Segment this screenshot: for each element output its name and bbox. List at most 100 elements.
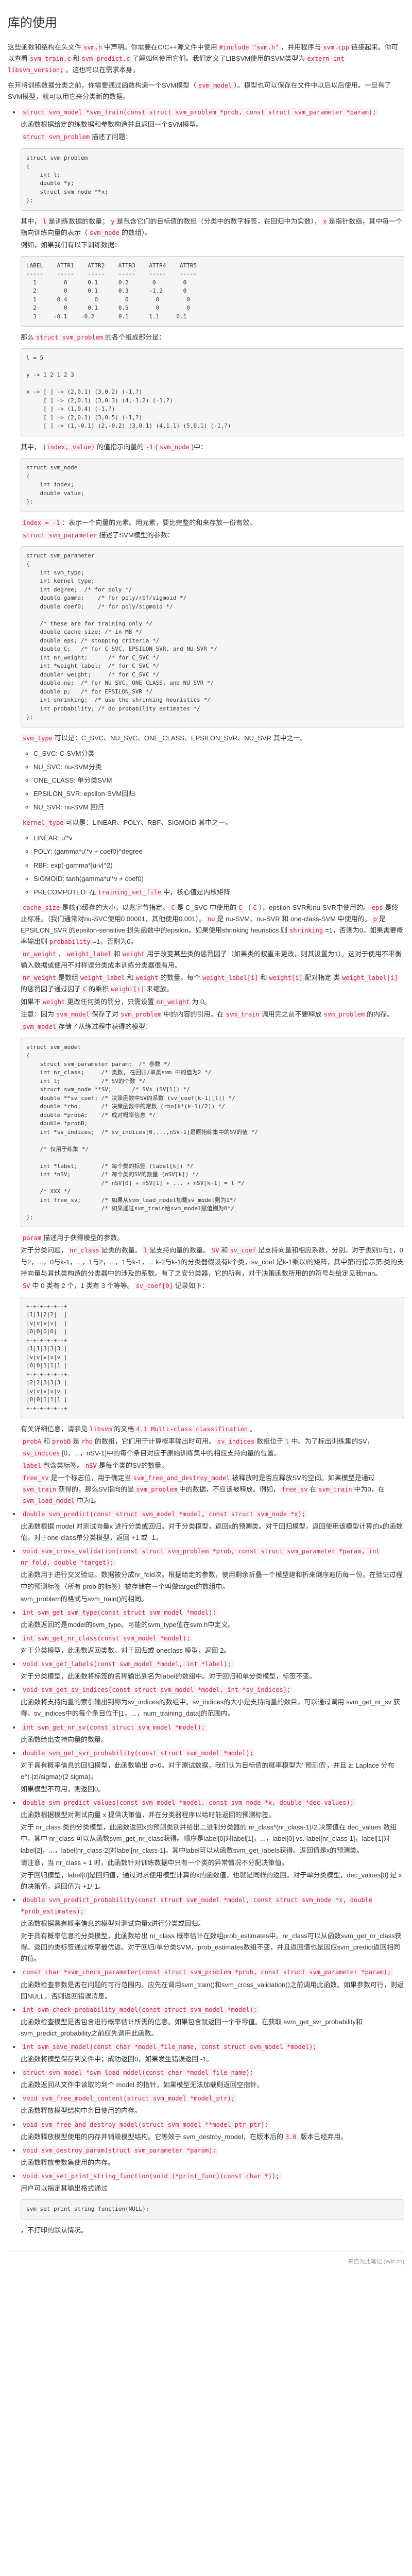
function-signature: int svm_save_model(const char *model_fil…: [21, 2043, 319, 2051]
function-signature: struct svm_model *svm_train(const struct…: [21, 108, 378, 116]
function-signature: int svm_get_nr_sv(const struct svm_model…: [21, 1723, 207, 1732]
code-block: l = 5 y -> 1 2 1 2 3 x -> [ ] -> (2,0.1)…: [21, 348, 404, 436]
function-signature: double svm_predict_values(const svm_mode…: [21, 1799, 356, 1807]
paragraph: cache_size是核心缓存的大小，以兆字节指定。C是 C_SVC 中使用的C…: [21, 902, 404, 947]
list-item: int svm_get_nr_sv(const struct svm_model…: [21, 1722, 404, 1745]
paragraph: 有关详细信息，请参见libsvm的文档4.1 Multi-class class…: [21, 1423, 404, 1435]
paragraph: nr_weight、weight_label和weight用于改变某些类的惩罚因…: [21, 948, 404, 971]
footer: 来自为此笔记 (Wiz.cn): [8, 2251, 404, 2272]
paragraph: 在开将训练数据分类之前，你需要通过函数构造一个SVM模型（svm_model）。…: [8, 80, 404, 103]
code-inline: #include "svm.h": [217, 43, 281, 52]
list-item: struct svm_model *svm_load_model(const c…: [21, 2067, 404, 2091]
paragraph: 其中，l是训练数据的数量；y是包含它们的目标值的数组（分类中的数字标签，在回归中…: [21, 216, 404, 239]
list-item: double svm_predict(const struct svm_mode…: [21, 1509, 404, 1544]
note-paragraph: 注意：因为svm_model保存了对svm_problem中的内容的引用，在sv…: [21, 1009, 404, 1020]
function-signature: double svm_predict(const struct svm_mode…: [21, 1510, 307, 1518]
list-item: int svm_check_probability_model(const st…: [21, 2004, 404, 2039]
function-desc: 此函数检查模型是否包含进行概率估计所需的信息。如果包含就返回一个非零值。在获取 …: [21, 2016, 404, 2039]
function-signature: void svm_free_model_content(struct svm_m…: [21, 2094, 237, 2103]
function-signature: int svm_check_probability_model(const st…: [21, 2006, 259, 2014]
list-item: RBF: exp(-gamma*|u-v|^2): [33, 860, 404, 871]
paragraph: struct svm_problem描述了问题：: [21, 131, 404, 143]
paragraph: index = -1：表示一个向量的元素。用元素，要比完整的和来存放一份有效。: [21, 517, 404, 529]
page-title: 库的使用: [8, 13, 404, 34]
paragraph: SV中 0 类有 2 个，1 类有 3 个等等。sv_coef[0]记录如下：: [21, 1280, 404, 1292]
list-item: void svm_free_and_destroy_model(struct s…: [21, 2119, 404, 2143]
function-desc: 对于具有概率信息的回归模型，此函数输出 σ>0。对于测试数据，我们认为目标值的概…: [21, 1760, 404, 1783]
intro-paragraph: 这些函数和结构在头文件svm.h中声明。你需要在C/C++源文件中使用#incl…: [8, 42, 404, 76]
function-desc: 此函数将模型保存到文件中；成功返回0，如果发生错误返回 -1。: [21, 2054, 404, 2065]
function-desc: 此函数根据 model 对测试向量x 进行分类或回归。对于分类模型，返回x的预测…: [21, 1521, 404, 1544]
function-signature: void svm_get_sv_indices(const struct svm…: [21, 1686, 293, 1694]
function-desc: 对于分类模型，此函数返回类数。对于回归或 oneclass 模型，返回 2。: [21, 1645, 404, 1656]
function-signature: int svm_get_svm_type(const struct svm_mo…: [21, 1608, 218, 1617]
code-block: LABEL ATTR1 ATTR2 ATTR3 ATTR4 ATTR5 ----…: [21, 256, 404, 327]
function-desc: 用户可以指定其输出格式通过: [21, 2183, 404, 2194]
function-signature: void svm_cross_validation(const struct s…: [21, 1547, 380, 1567]
list-item: double svm_predict_probability(const str…: [21, 1894, 404, 1965]
list-item: const char *svm_check_parameter(const st…: [21, 1967, 404, 2002]
function-signature: double svm_get_svr_probability(const str…: [21, 1749, 255, 1757]
paragraph: kernel_type可以是：LINEAR、POLY、RBF、SIGMOID 其…: [21, 817, 404, 828]
paragraph: struct svm_parameter描述了SVM模型的参数：: [21, 530, 404, 541]
function-desc: 此函数释放模型使用的内存并销毁模型结构。它等效于 svm_destroy_mod…: [21, 2131, 404, 2143]
list-item: int svm_get_svm_type(const struct svm_mo…: [21, 1607, 404, 1631]
list-item: PRECOMPUTED: 在training_set_file中，核心值是内核矩…: [33, 887, 404, 898]
function-desc: 此函数释放模型结构中条目使用的内存。: [21, 2105, 404, 2116]
function-signature: void svm_destroy_param(struct svm_parame…: [21, 2146, 218, 2155]
list-item: void svm_set_print_string_function(void …: [21, 2171, 404, 2236]
paragraph: ，不打印的默认情况。: [21, 2225, 404, 2236]
function-desc: 对于分类模型，此函数将标签的名称输出到名为label的数组中。对于回归和单分类模…: [21, 1671, 404, 1682]
paragraph: 如果不weight更改任何类的罚分，只需设置nr_weight为 0。: [21, 996, 404, 1008]
list-item: void svm_free_model_content(struct svm_m…: [21, 2093, 404, 2116]
list-item: C_SVC: C-SVM分类: [33, 748, 404, 759]
list-item: int svm_save_model(const char *model_fil…: [21, 2041, 404, 2065]
paragraph: svm_problem的格式与svm_train()的相同。: [21, 1594, 404, 1605]
paragraph: label包含类标签。nSV是每个类的SV的数量。: [21, 1460, 404, 1471]
code-block: struct svm_model { struct svm_parameter …: [21, 1038, 404, 1228]
paragraph: svm_type可以是：C_SVC、NU_SVC、ONE_CLASS、EPSIL…: [21, 733, 404, 744]
list-item: SIGMOID: tanh(gamma*u'*v + coef0): [33, 873, 404, 885]
code-block: +-+-+-+-+--+ |1|1|2|2| | |v|v|v|v| | |0|…: [21, 1297, 404, 1419]
function-desc: 此函数检查参数是否在问题的可行范围内。应先在调用svm_train()和svm_…: [21, 1979, 404, 2002]
code-inline: svm.h: [81, 43, 104, 52]
function-desc: 此函数返回的是model的svm_type。可能的svm_type值在svm.h…: [21, 1619, 404, 1631]
paragraph: free_sv是一个标志位，用于确定当svm_free_and_destroy_…: [21, 1472, 404, 1506]
function-desc: 此函数给出支持向量的数量。: [21, 1734, 404, 1745]
function-desc: 此函数将支持向量的索引输出到称为sv_indices的数组中。sv_indice…: [21, 1697, 404, 1719]
paragraph: 对于 nr_class 类的分类模型，此函数返回x的预测类别并给出二进制分类器的…: [21, 1822, 404, 1856]
list-item: void svm_cross_validation(const struct s…: [21, 1546, 404, 1604]
paragraph: param描述用于获得模型的参数。: [21, 1232, 404, 1244]
list-item: struct svm_model *svm_train(const struct…: [21, 107, 404, 1506]
paragraph: 那么struct svm_problem的各个组成部分是：: [21, 332, 404, 343]
code-block: svm_set_print_string_function(NULL);: [21, 2199, 404, 2219]
function-signature: double svm_predict_probability(const str…: [21, 1896, 372, 1916]
list-item: int svm_get_nr_class(const svm_model *mo…: [21, 1633, 404, 1656]
list-item: void svm_destroy_param(struct svm_parame…: [21, 2145, 404, 2168]
list-item: NU_SVC: nu-SVM分类: [33, 761, 404, 773]
code-block: struct svm_node { int index; double valu…: [21, 458, 404, 512]
function-desc: 此函数用于进行交叉验证。数据被分成nr_fold次。根据给定的参数，使用剩余折叠…: [21, 1569, 404, 1592]
list-item: POLY: (gamma*u'*v + coef0)^degree: [33, 846, 404, 857]
paragraph: 例如，如果我们有以下训练数据：: [21, 240, 404, 251]
function-signature: void svm_get_labels(const svm_model *mod…: [21, 1660, 233, 1668]
paragraph: 对于具有概率信息的分类模型，此函数给出 nr_class 概率估计在数组prob…: [21, 1930, 404, 1964]
list-item: double svm_predict_values(const svm_mode…: [21, 1797, 404, 1892]
paragraph: probA和probB是rho的数组，它们用于计算概率输出时可用。sv_indi…: [21, 1436, 404, 1459]
code-block: struct svm_parameter { int svm_type; int…: [21, 546, 404, 727]
code-inline: svm-train.c: [28, 55, 73, 63]
list-item: ONE_CLASS: 单分类SVM: [33, 775, 404, 786]
list-item: void svm_get_sv_indices(const struct svm…: [21, 1684, 404, 1719]
function-signature: int svm_get_nr_class(const svm_model *mo…: [21, 1634, 192, 1642]
paragraph: 其中，(index, value)的值指示向量的-1(svm_node)中：: [21, 442, 404, 453]
list-item: NU_SVR: nu-SVM 回归: [33, 802, 404, 813]
function-desc: 此函数根据给定的练数据和参数构造并且返回一个SVM模型。: [21, 119, 404, 130]
code-inline: svm.cpp: [321, 43, 351, 52]
paragraph: svm_model存储了从练过程中获得的模型：: [21, 1021, 404, 1032]
paragraph: 对于回归模型，label[0]是回归值，通过对求使用模型计算的x的函数值，也就是…: [21, 1870, 404, 1892]
function-desc: 此函数根据模型对测试向量 x 提供决策值，并在分类器程序以给时能返回的预测标签。: [21, 1809, 404, 1821]
code-inline: svm_model: [196, 81, 234, 90]
function-signature: void svm_free_and_destroy_model(struct s…: [21, 2121, 270, 2129]
function-signature: void svm_set_print_string_function(void …: [21, 2172, 282, 2180]
list-item: void svm_get_labels(const svm_model *mod…: [21, 1658, 404, 1682]
